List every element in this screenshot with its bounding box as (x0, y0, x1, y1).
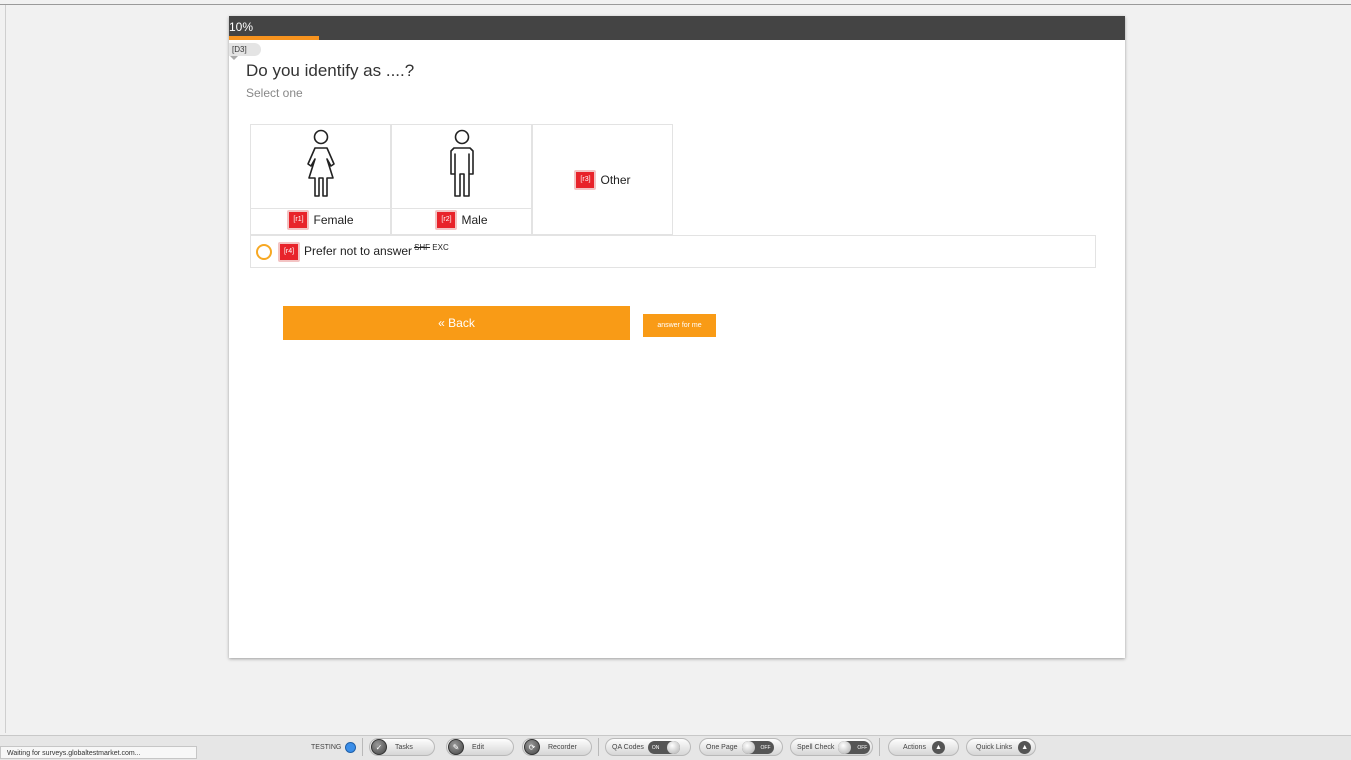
question-id-tag[interactable]: [D3] (229, 43, 261, 56)
answer-grid: [r1] Female [r2] Male [r3] Other (250, 124, 674, 235)
testing-indicator: TESTING (311, 739, 357, 756)
option-prefer-not-to-answer[interactable]: [r4] Prefer not to answer SHF EXC (250, 235, 1096, 268)
progress-label: 10% (229, 20, 254, 34)
option-female[interactable]: [r1] Female (250, 124, 391, 235)
window-left-border (5, 5, 6, 733)
qa-codes-switch[interactable]: ON (647, 740, 680, 754)
quick-links-menu-button[interactable]: Quick Links ▲ (966, 738, 1036, 756)
switch-state: OFF (760, 744, 771, 751)
radio-button[interactable] (256, 243, 272, 260)
toolbar-divider (879, 738, 880, 756)
back-button[interactable]: « Back (283, 306, 630, 340)
option-code-badge[interactable]: [r4] (278, 241, 300, 262)
female-person-icon (307, 129, 335, 197)
recorder-icon: ⟳ (524, 739, 540, 755)
option-male[interactable]: [r2] Male (391, 124, 532, 235)
switch-knob (741, 740, 755, 754)
switch-state: OFF (857, 744, 868, 751)
survey-card: 10% [D3] Do you identify as ....? Select… (229, 16, 1125, 658)
tag-pointer-icon (230, 56, 238, 60)
option-code-badge[interactable]: [r2] (435, 210, 458, 230)
actions-label: Actions (903, 743, 926, 751)
question-instruction: Select one (246, 86, 303, 100)
spell-check-toggle[interactable]: Spell Check OFF (790, 738, 873, 756)
shf-flag: SHF (414, 242, 431, 252)
tasks-button[interactable]: ✓ Tasks (369, 738, 435, 756)
one-page-label: One Page (706, 743, 738, 751)
edit-button[interactable]: ✎ Edit (446, 738, 514, 756)
switch-knob (666, 740, 680, 754)
edit-label: Edit (472, 743, 485, 751)
prefer-not-label: Prefer not to answer (304, 243, 413, 258)
option-code-badge[interactable]: [r1] (287, 210, 310, 230)
answer-for-me-button[interactable]: answer for me (643, 314, 716, 337)
quick-links-label: Quick Links (976, 743, 1013, 751)
exc-flag: EXC (432, 242, 449, 252)
option-text: Prefer not to answer SHF EXC (304, 243, 449, 258)
testing-status-dot (345, 742, 357, 753)
toolbar-divider (598, 738, 599, 756)
recorder-button[interactable]: ⟳ Recorder (522, 738, 592, 756)
option-text: Other (600, 173, 631, 187)
option-male-label: [r2] Male (392, 208, 531, 231)
toolbar-divider (362, 738, 363, 756)
progress-fill (229, 36, 319, 40)
switch-state: ON (651, 744, 660, 751)
option-flags: SHF EXC (414, 243, 449, 252)
spell-check-switch[interactable]: OFF (838, 740, 871, 754)
male-person-icon (450, 129, 474, 197)
option-text: Male (461, 213, 488, 227)
spell-check-label: Spell Check (797, 743, 835, 751)
option-code-badge[interactable]: [r3] (574, 170, 597, 190)
recorder-label: Recorder (548, 743, 577, 751)
question-title: Do you identify as ....? (246, 61, 415, 80)
option-other-label: [r3] Other (533, 169, 672, 191)
qa-codes-label: QA Codes (612, 743, 644, 751)
progress-bar: 10% (229, 16, 1125, 40)
option-other[interactable]: [r3] Other (532, 124, 673, 235)
actions-menu-button[interactable]: Actions ▲ (888, 738, 959, 756)
browser-status-message: Waiting for surveys.globaltestmarket.com… (0, 746, 197, 759)
option-text: Female (313, 213, 354, 227)
testing-label: TESTING (311, 744, 342, 751)
window-top-border (0, 4, 1351, 5)
one-page-toggle[interactable]: One Page OFF (699, 738, 783, 756)
qa-codes-toggle[interactable]: QA Codes ON (605, 738, 691, 756)
pencil-icon: ✎ (448, 739, 464, 755)
chevron-up-icon: ▲ (931, 740, 945, 754)
checkmark-icon: ✓ (371, 739, 387, 755)
one-page-switch[interactable]: OFF (741, 740, 774, 754)
chevron-up-icon: ▲ (1018, 740, 1032, 754)
tasks-label: Tasks (395, 743, 413, 751)
switch-knob (838, 740, 852, 754)
option-female-label: [r1] Female (251, 208, 390, 231)
